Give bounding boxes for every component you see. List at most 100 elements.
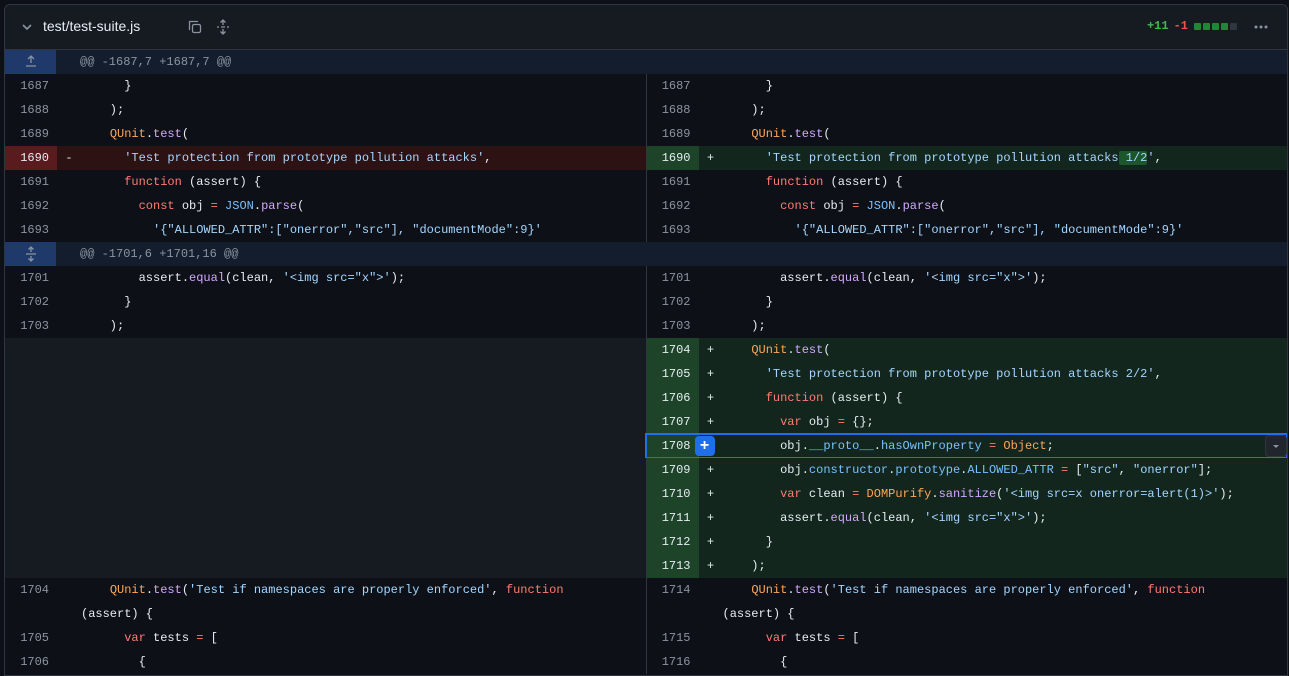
line-number[interactable]: 1692: [5, 194, 57, 218]
empty-side: [5, 506, 646, 530]
empty-side: [5, 530, 646, 554]
diff-row: 1688 ); 1688 );: [5, 98, 1287, 122]
hunk-header-text: @@ -1701,6 +1701,16 @@: [80, 247, 239, 261]
line-number[interactable]: 1711: [646, 506, 699, 530]
code-line: );: [722, 319, 766, 333]
line-number[interactable]: 1687: [646, 74, 699, 98]
line-number[interactable]: 1709: [646, 458, 699, 482]
line-number[interactable]: 1688: [5, 98, 57, 122]
code-line: {: [81, 655, 146, 669]
line-number[interactable]: 1707: [646, 410, 699, 434]
line-number[interactable]: 1687: [5, 74, 57, 98]
line-number[interactable]: 1691: [5, 170, 57, 194]
line-number[interactable]: 1716: [646, 650, 699, 674]
empty-side: [5, 458, 646, 482]
code-line: assert.equal(clean, '<img src="x">');: [81, 271, 406, 285]
line-number[interactable]: 1691: [646, 170, 699, 194]
copy-icon[interactable]: [183, 15, 207, 39]
line-number[interactable]: 1712: [646, 530, 699, 554]
diffstat-block: [1212, 22, 1219, 30]
line-number[interactable]: 1688: [646, 98, 699, 122]
code-line: );: [81, 103, 125, 117]
diffstat-block: [1194, 22, 1201, 30]
line-number[interactable]: 1692: [646, 194, 699, 218]
diff-row: 1710 + var clean = DOMPurify.sanitize('<i…: [5, 482, 1287, 506]
diff-row: 1703 ); 1703 );: [5, 314, 1287, 338]
diff-row: 1704 + QUnit.test(: [5, 338, 1287, 362]
selected-line[interactable]: 1708 obj.__proto__.hasOwnProperty = Obje…: [644, 433, 1287, 459]
kebab-horizontal-icon[interactable]: [1249, 15, 1273, 39]
line-number[interactable]: 1713: [646, 554, 699, 578]
diff-row: 1711 + assert.equal(clean, '<img src="x">…: [5, 506, 1287, 530]
diffstat-block: [1230, 22, 1237, 30]
line-number[interactable]: 1702: [5, 290, 57, 314]
diff-row: 1691 function (assert) { 1691 function (…: [5, 170, 1287, 194]
code-line: QUnit.test(: [751, 343, 831, 357]
line-number[interactable]: 1706: [5, 650, 57, 674]
empty-side: [5, 362, 646, 386]
code-line: obj.__proto__.hasOwnProperty = Object;: [722, 439, 1054, 453]
unfold-icon[interactable]: [5, 242, 56, 266]
plus-icon[interactable]: +: [694, 436, 715, 456]
diff-row: 1687 } 1687 }: [5, 74, 1287, 98]
hunk-header: @@ -1701,6 +1701,16 @@: [5, 242, 1287, 266]
code-line: (assert) {: [81, 607, 154, 621]
line-number[interactable]: 1708: [646, 434, 699, 458]
code-line: function (assert) {: [765, 175, 903, 189]
code-line: }: [81, 295, 132, 309]
line-number[interactable]: 1705: [646, 362, 699, 386]
diff-row: 1702 } 1702 }: [5, 290, 1287, 314]
line-number[interactable]: 1710: [646, 482, 699, 506]
diffstat-block: [1221, 22, 1228, 30]
code-line: const obj = JSON.parse(: [780, 199, 946, 213]
line-number[interactable]: 1702: [646, 290, 699, 314]
line-number[interactable]: 1689: [5, 122, 57, 146]
code-line: }: [81, 79, 132, 93]
chevron-down-icon[interactable]: [15, 15, 39, 39]
code-line: var tests = [: [765, 631, 860, 645]
line-number[interactable]: 1701: [646, 266, 699, 290]
code-line: var tests = [: [124, 631, 218, 645]
diff-row: 1701 assert.equal(clean, '<img src="x">'…: [5, 266, 1287, 290]
line-number[interactable]: 1706: [646, 386, 699, 410]
code-line: );: [722, 559, 766, 573]
empty-side: [5, 410, 646, 434]
code-line: obj.constructor.prototype.ALLOWED_ATTR =…: [722, 463, 1213, 477]
code-line: {: [722, 655, 788, 669]
line-number[interactable]: 1690: [646, 146, 699, 170]
diff-row: 1705 + 'Test protection from prototype po…: [5, 362, 1287, 386]
line-number[interactable]: 1705: [5, 626, 57, 650]
diff-file: test/test-suite.js +11 -1 @@ -1687,7 +16…: [4, 4, 1288, 676]
line-number[interactable]: 1689: [646, 122, 699, 146]
line-number[interactable]: 1715: [646, 626, 699, 650]
code-line: QUnit.test(: [109, 127, 190, 141]
empty-side: [5, 338, 646, 362]
empty-side: [5, 434, 646, 458]
code-line: QUnit.test('Test if namespaces are prope…: [751, 583, 1206, 597]
deletions-count: -1: [1173, 19, 1188, 33]
diff-row: 1708 obj.__proto__.hasOwnProperty = Obje…: [5, 433, 1287, 459]
line-number[interactable]: 1704: [646, 338, 699, 362]
code-line: );: [81, 319, 125, 333]
line-number[interactable]: 1704: [5, 578, 57, 602]
code-line: var obj = {};: [780, 415, 874, 429]
code-line: '{"ALLOWED_ATTR":["onerror","src"], "doc…: [153, 223, 542, 237]
fold-up-icon[interactable]: [5, 50, 56, 74]
unfold-icon[interactable]: [211, 15, 235, 39]
file-name[interactable]: test/test-suite.js: [43, 18, 140, 34]
code-line: QUnit.test('Test if namespaces are prope…: [109, 583, 564, 597]
triangle-down-icon[interactable]: [1265, 435, 1287, 457]
line-number[interactable]: 1693: [646, 218, 699, 242]
diff-row: 1712 + }: [5, 530, 1287, 554]
code-line: const obj = JSON.parse(: [138, 199, 305, 213]
line-number[interactable]: 1693: [5, 218, 57, 242]
line-number[interactable]: 1703: [5, 314, 57, 338]
code-line: (assert) {: [722, 607, 795, 621]
line-number[interactable]: 1703: [646, 314, 699, 338]
line-number[interactable]: 1701: [5, 266, 57, 290]
line-number[interactable]: 1690: [5, 146, 57, 170]
code-line: '{"ALLOWED_ATTR":["onerror","src"], "doc…: [794, 223, 1184, 237]
code-line: }: [722, 295, 773, 309]
line-number[interactable]: 1714: [646, 578, 699, 602]
diff-row: 1693 '{"ALLOWED_ATTR":["onerror","src"],…: [5, 218, 1287, 242]
